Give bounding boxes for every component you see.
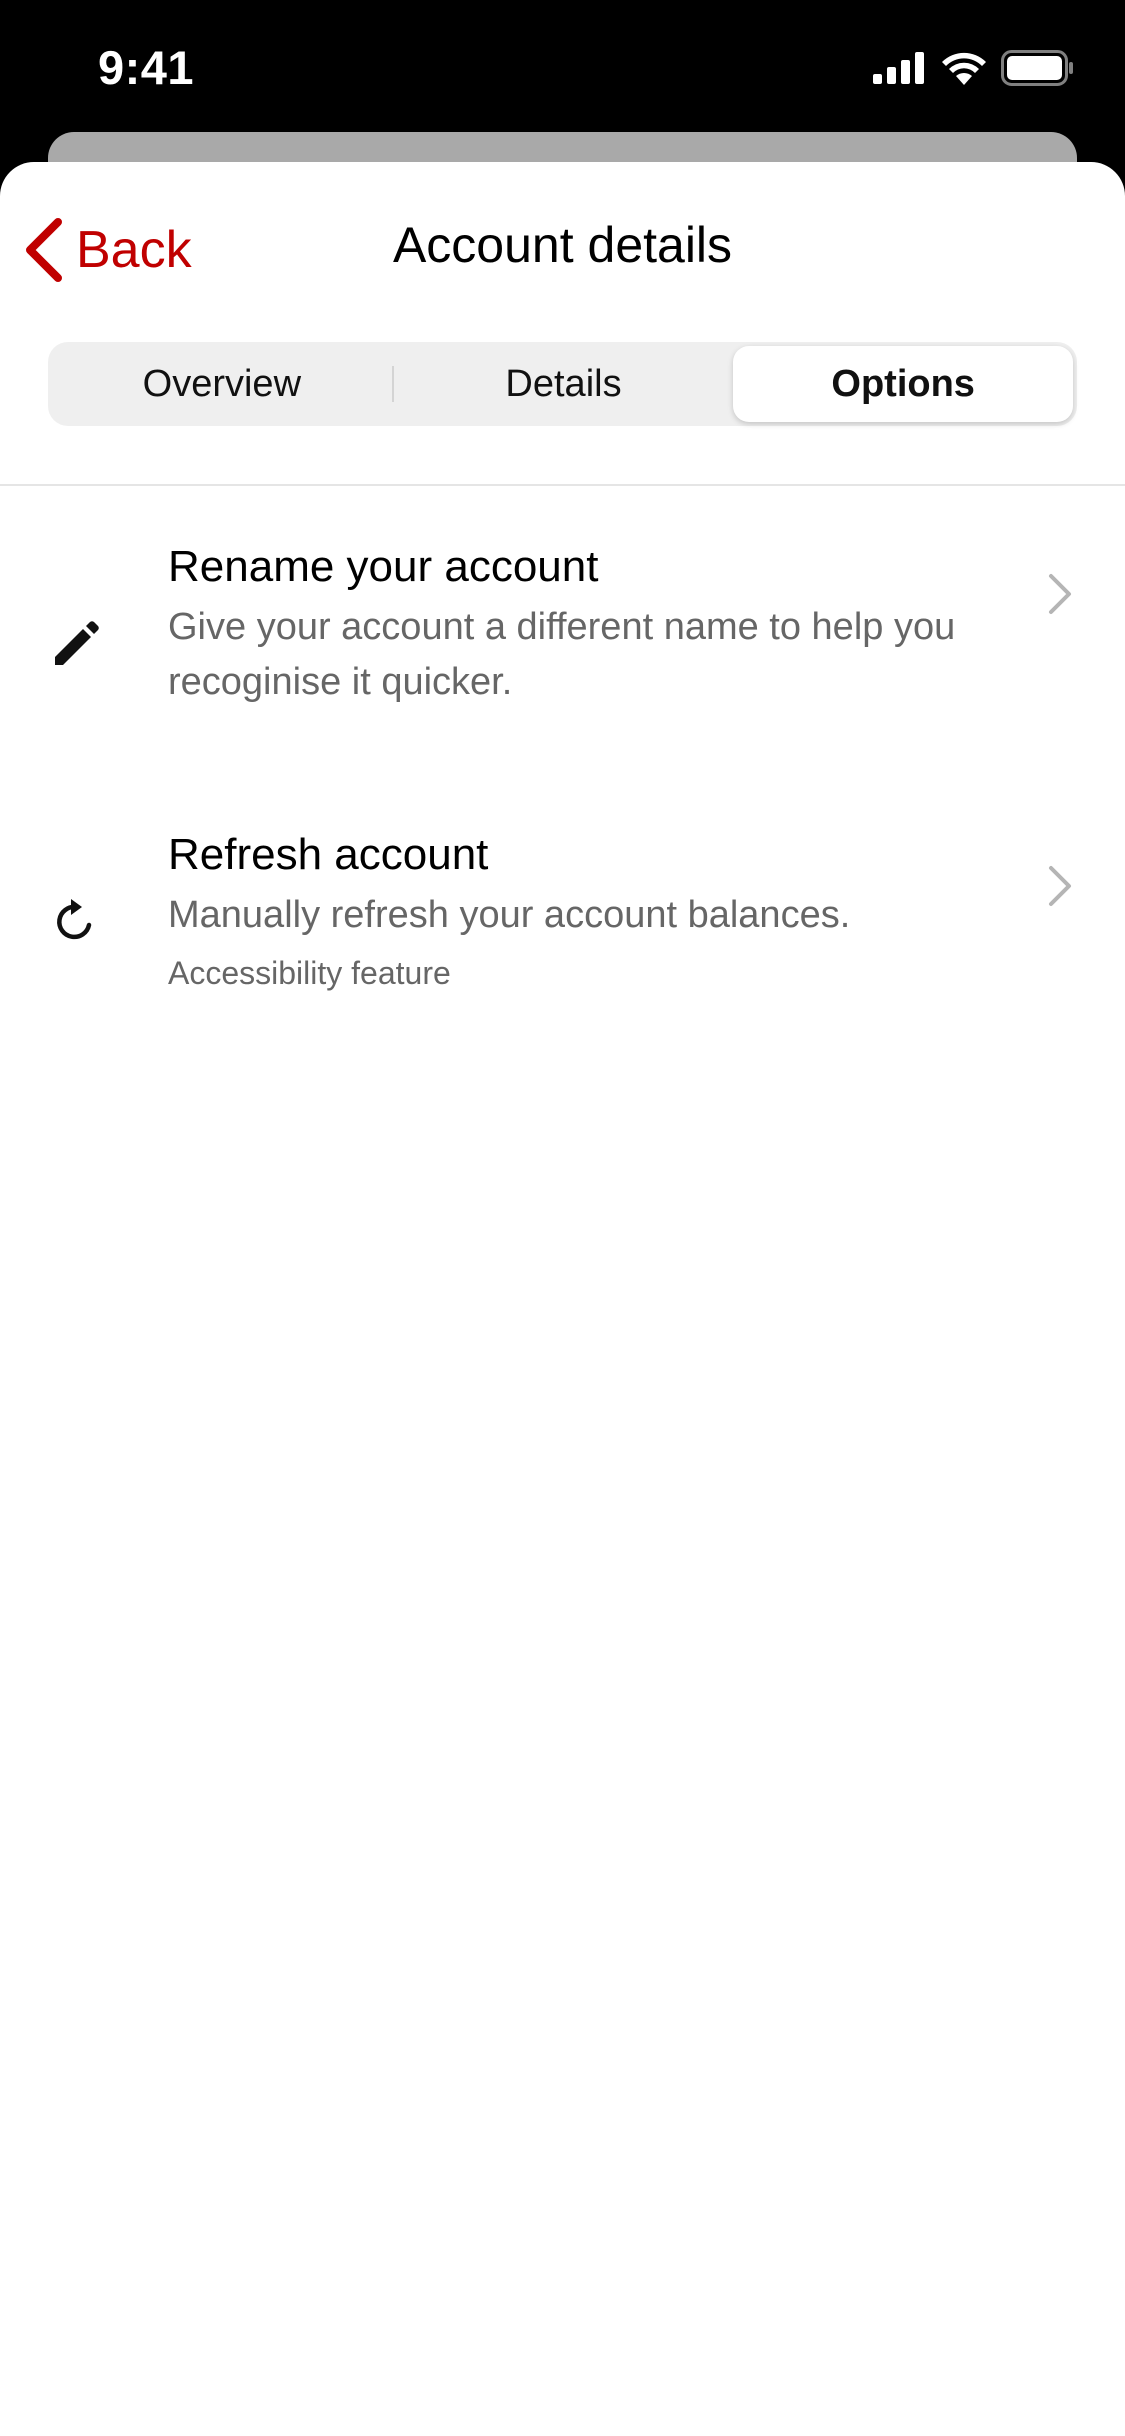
rename-account-description: Give your account a different name to he… [168,606,956,703]
cellular-signal-icon [873,52,924,84]
wifi-icon [942,52,986,85]
refresh-icon [42,888,108,954]
header-divider [0,484,1125,486]
tab-segmented-control: Overview Details Options [48,342,1077,426]
tab-details[interactable]: Details [394,346,734,422]
tab-options[interactable]: Options [733,346,1074,422]
chevron-right-icon [1049,866,1071,906]
refresh-account-description: Manually refresh your account balances. [168,894,851,936]
tab-overview[interactable]: Overview [52,346,392,422]
battery-icon [1001,50,1073,86]
status-icons [873,48,1075,88]
accessibility-feature-note: Accessibility feature [168,955,451,991]
rename-account-content: Rename your account Give your account a … [0,542,1125,782]
chevron-right-icon [1049,574,1071,614]
status-time: 9:41 [98,41,195,94]
page-title: Account details [392,217,733,273]
rename-account-title: Rename your account [168,542,599,591]
account-details-sheet: Back Account details Overview Details Op… [0,162,1125,2436]
navigation-bar: Back Account details [0,162,1125,327]
refresh-account-option[interactable]: Refresh account Manually refresh your ac… [0,830,1125,1030]
status-bar: 9:41 [0,0,1125,135]
refresh-account-title: Refresh account [168,830,489,879]
